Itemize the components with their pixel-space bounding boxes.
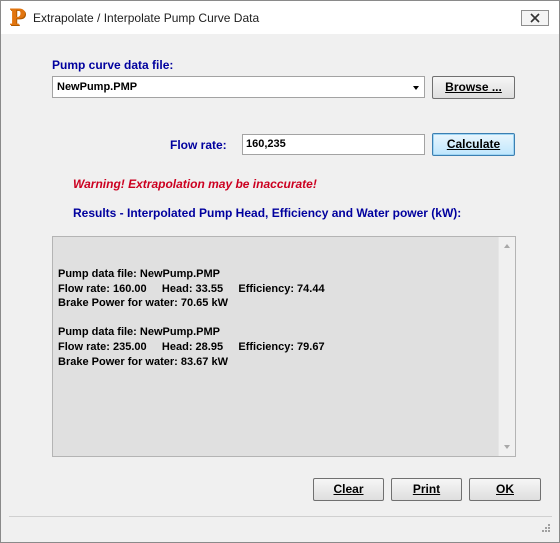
scroll-down-icon[interactable] (504, 445, 510, 449)
close-button[interactable] (521, 10, 549, 26)
results-line: Brake Power for water: 70.65 kW (58, 297, 228, 310)
scroll-up-icon[interactable] (504, 244, 510, 248)
flow-rate-input[interactable]: 160,235 (242, 134, 425, 155)
print-button[interactable]: Print (391, 478, 462, 501)
results-line: Pump data file: NewPump.PMP (58, 268, 220, 280)
clear-button[interactable]: Clear (313, 478, 384, 501)
results-line: Pump data file: NewPump.PMP (58, 326, 220, 339)
browse-button[interactable]: Browse ... (432, 76, 515, 99)
results-line: Brake Power for water: 83.67 kW (58, 355, 228, 368)
pump-file-select[interactable]: NewPump.PMP (52, 76, 425, 98)
results-textarea[interactable]: Pump data file: NewPump.PMP Flow rate: 1… (52, 236, 516, 457)
results-line: Flow rate: 160.00 Head: 33.55 Efficiency… (58, 282, 325, 295)
ok-button[interactable]: OK (469, 478, 541, 501)
dialog-window: P Extrapolate / Interpolate Pump Curve D… (0, 0, 560, 543)
close-icon (530, 13, 540, 23)
resize-grip-icon[interactable] (540, 524, 550, 534)
status-bar (9, 516, 552, 537)
results-scrollbar[interactable] (498, 237, 515, 456)
pump-file-value: NewPump.PMP (57, 81, 138, 93)
flow-rate-value: 160,235 (246, 138, 286, 150)
pump-file-label: Pump curve data file: (52, 58, 174, 72)
extrapolation-warning: Warning! Extrapolation may be inaccurate… (73, 177, 317, 191)
results-line: Flow rate: 235.00 Head: 28.95 Efficiency… (58, 340, 325, 353)
flow-rate-label: Flow rate: (170, 138, 227, 152)
app-logo-icon: P (9, 5, 26, 31)
results-text: Pump data file: NewPump.PMP Flow rate: 1… (58, 267, 325, 369)
title-bar[interactable]: P Extrapolate / Interpolate Pump Curve D… (1, 1, 559, 34)
results-line (58, 311, 325, 326)
calculate-button[interactable]: Calculate (432, 133, 515, 156)
results-heading: Results - Interpolated Pump Head, Effici… (73, 206, 462, 220)
window-title: Extrapolate / Interpolate Pump Curve Dat… (33, 11, 260, 25)
chevron-down-icon[interactable] (413, 86, 419, 90)
